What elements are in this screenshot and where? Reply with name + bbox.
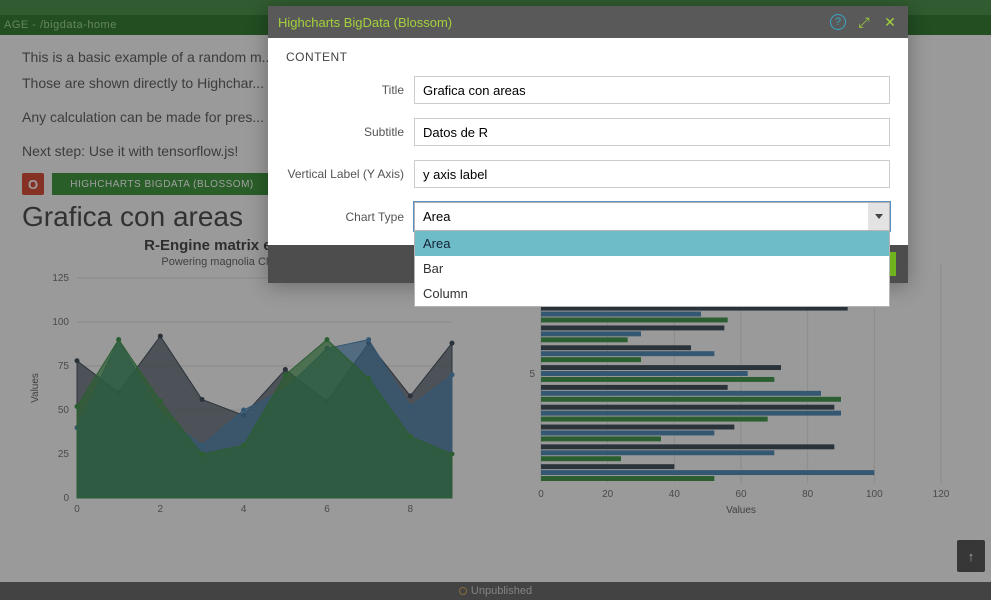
input-subtitle[interactable] xyxy=(414,118,890,146)
input-yaxis[interactable] xyxy=(414,160,890,188)
combo-chart-type: Area Bar Column xyxy=(414,202,890,231)
dropdown-option-column[interactable]: Column xyxy=(415,281,889,306)
row-chart-type: Chart Type Area Bar Column xyxy=(286,202,890,231)
dialog-body: CONTENT Title Subtitle Vertical Label (Y… xyxy=(268,38,908,245)
dialog-header[interactable]: Highcharts BigData (Blossom) ? ⤢ ✕ xyxy=(268,6,908,38)
dropdown-option-area[interactable]: Area xyxy=(415,231,889,256)
label-chart-type: Chart Type xyxy=(286,210,414,224)
row-title: Title xyxy=(286,76,890,104)
dropdown-option-bar[interactable]: Bar xyxy=(415,256,889,281)
combo-input-chart-type[interactable] xyxy=(414,202,890,231)
edit-dialog: Highcharts BigData (Blossom) ? ⤢ ✕ CONTE… xyxy=(268,6,908,283)
label-subtitle: Subtitle xyxy=(286,125,414,139)
combo-dropdown-list: Area Bar Column xyxy=(414,231,890,307)
row-subtitle: Subtitle xyxy=(286,118,890,146)
combo-toggle-button[interactable] xyxy=(868,202,890,231)
row-yaxis: Vertical Label (Y Axis) xyxy=(286,160,890,188)
expand-icon[interactable]: ⤢ xyxy=(856,14,872,30)
close-icon[interactable]: ✕ xyxy=(882,14,898,30)
input-title[interactable] xyxy=(414,76,890,104)
label-yaxis: Vertical Label (Y Axis) xyxy=(286,167,414,181)
dialog-title: Highcharts BigData (Blossom) xyxy=(278,15,820,30)
label-title: Title xyxy=(286,83,414,97)
content-section-header: CONTENT xyxy=(286,50,890,64)
chevron-down-icon xyxy=(875,214,883,219)
help-icon[interactable]: ? xyxy=(830,14,846,30)
